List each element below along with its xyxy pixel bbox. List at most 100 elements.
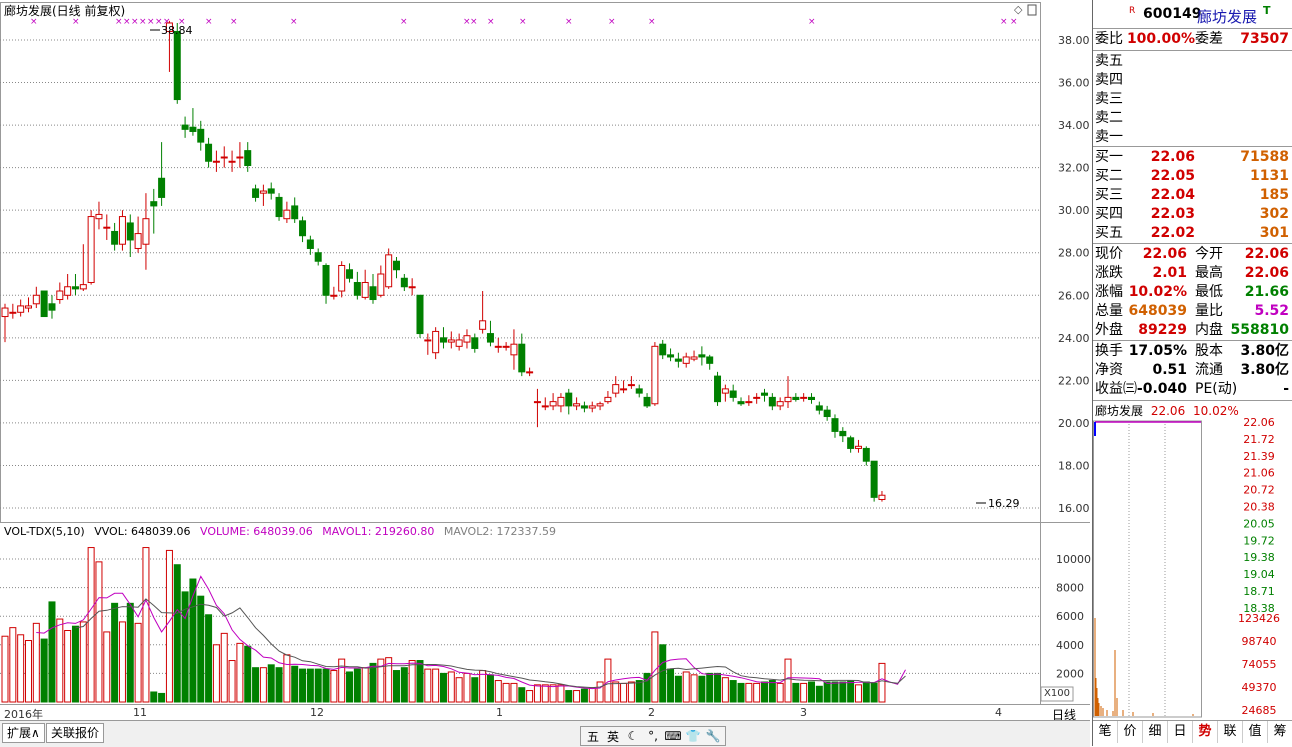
volume-tick: 8000 <box>1056 582 1084 595</box>
stat2-row: 净资 0.51 流通 3.80亿 <box>1095 362 1289 378</box>
ime-skin-icon[interactable]: 👕 <box>683 729 703 743</box>
volume-bar <box>400 667 408 703</box>
stat-row: 涨跌 2.01 最高 22.06 <box>1095 265 1289 281</box>
volume-bar <box>306 668 314 703</box>
quote-tab[interactable]: 价 <box>1118 721 1143 743</box>
volume-bar <box>126 602 134 703</box>
candle <box>299 220 307 237</box>
volume-bar <box>275 667 283 703</box>
candle <box>580 405 588 409</box>
volume-bar <box>134 622 142 703</box>
event-marker[interactable]: × <box>147 17 155 27</box>
ime-moon-icon[interactable]: ☾ <box>623 729 643 743</box>
volume-bar <box>690 674 698 703</box>
candle <box>823 409 831 418</box>
volume-bar <box>118 621 126 703</box>
date-label: 11 <box>133 706 147 719</box>
volume-bar <box>165 549 173 703</box>
event-marker[interactable]: × <box>648 17 656 27</box>
ime-english-icon[interactable]: 英 <box>603 728 623 745</box>
candle <box>48 303 56 311</box>
quote-tab[interactable]: 日 <box>1168 721 1193 743</box>
event-marker[interactable]: × <box>139 17 147 27</box>
ime-wubi-icon[interactable]: 五 <box>583 728 603 745</box>
volume-legend: VOL-TDX(5,10) VVOL: 648039.06 VOLUME: 64… <box>4 525 562 538</box>
candle <box>698 354 706 358</box>
event-marker[interactable]: × <box>608 17 616 27</box>
volume-bar <box>698 675 706 703</box>
volume-bar <box>432 668 440 703</box>
candle <box>627 384 635 387</box>
sell-level-row: 卖二 <box>1095 110 1123 126</box>
event-marker[interactable]: × <box>30 17 38 27</box>
candle <box>353 282 361 296</box>
volume-bar <box>393 670 400 703</box>
candle <box>854 445 862 449</box>
ime-keyboard-icon[interactable]: ⌨ <box>663 729 683 743</box>
quote-tab[interactable]: 笔 <box>1093 721 1118 743</box>
mini-volume-tick: 74055 <box>1242 658 1277 671</box>
ime-toolbar[interactable]: 五 英 ☾ °, ⌨ 👕 🔧 <box>580 726 726 746</box>
kline-chart[interactable]: × × × × × × × × × × × × × × × × × × × × × × × × 38.0036.0034.00… <box>0 0 1092 746</box>
event-marker[interactable]: × <box>290 17 298 27</box>
event-marker[interactable]: × <box>808 17 816 27</box>
candle <box>612 384 620 394</box>
event-marker[interactable]: × <box>1010 17 1018 27</box>
event-marker[interactable]: × <box>115 17 123 27</box>
candle <box>761 392 769 396</box>
quote-tab[interactable]: 筹 <box>1268 721 1292 743</box>
expand-tab[interactable]: 扩展∧ <box>2 723 45 743</box>
volume-bar <box>173 564 181 703</box>
intraday-chart[interactable]: 22.06 21.72 21.39 21.06 20.72 20.38 20.05 19.72… <box>1093 418 1292 718</box>
bottom-tab-bar: 扩展∧ 关联报价 <box>0 720 1090 747</box>
volume-bar <box>408 660 416 703</box>
volume-bar <box>549 684 557 703</box>
price-panel-frame <box>0 2 1041 523</box>
stat-row: 涨幅 10.02% 最低 21.66 <box>1095 284 1289 300</box>
volume-bar <box>244 645 252 703</box>
related-quotes-tab[interactable]: 关联报价 <box>46 723 105 743</box>
quote-tab[interactable]: 联 <box>1218 721 1243 743</box>
volume-tick: 6000 <box>1056 610 1084 623</box>
candle <box>674 358 682 362</box>
candle <box>24 305 32 309</box>
candle <box>432 330 440 354</box>
date-label: 12 <box>310 706 324 719</box>
candle <box>721 388 729 394</box>
event-marker[interactable]: × <box>123 17 131 27</box>
candle <box>385 254 393 288</box>
quote-tab[interactable]: 值 <box>1243 721 1268 743</box>
svg-text:◇: ◇ <box>1014 3 1023 16</box>
event-marker[interactable]: × <box>519 17 527 27</box>
candle <box>753 396 761 399</box>
volume-bar <box>103 631 111 703</box>
event-marker[interactable]: × <box>565 17 573 27</box>
event-marker[interactable]: × <box>205 17 213 27</box>
candle <box>205 143 213 162</box>
candle <box>588 405 596 409</box>
date-label: 3 <box>800 706 807 719</box>
ime-punct-icon[interactable]: °, <box>643 729 663 743</box>
event-marker[interactable]: × <box>72 17 80 27</box>
quote-tab[interactable]: 细 <box>1143 721 1168 743</box>
volume-bar <box>283 654 291 703</box>
mini-price-tick: 21.39 <box>1243 450 1275 463</box>
event-marker[interactable]: × <box>1000 17 1008 27</box>
volume-bar <box>831 681 839 703</box>
candle <box>706 356 714 364</box>
event-marker[interactable]: × <box>487 17 495 27</box>
event-marker[interactable]: × <box>230 17 238 27</box>
event-marker[interactable]: × <box>131 17 139 27</box>
volume-bar <box>580 688 588 703</box>
candle <box>244 150 252 167</box>
candle <box>502 345 510 348</box>
event-marker[interactable]: × <box>400 17 408 27</box>
volume-bar <box>299 668 307 703</box>
window-controls-icon[interactable]: ◇ <box>1014 3 1037 16</box>
volume-bar <box>330 670 338 703</box>
candle <box>439 337 447 343</box>
candle <box>643 396 651 407</box>
ime-settings-icon[interactable]: 🔧 <box>703 729 723 743</box>
quote-tab[interactable]: 势 <box>1193 721 1218 743</box>
event-marker[interactable]: × <box>470 17 478 27</box>
